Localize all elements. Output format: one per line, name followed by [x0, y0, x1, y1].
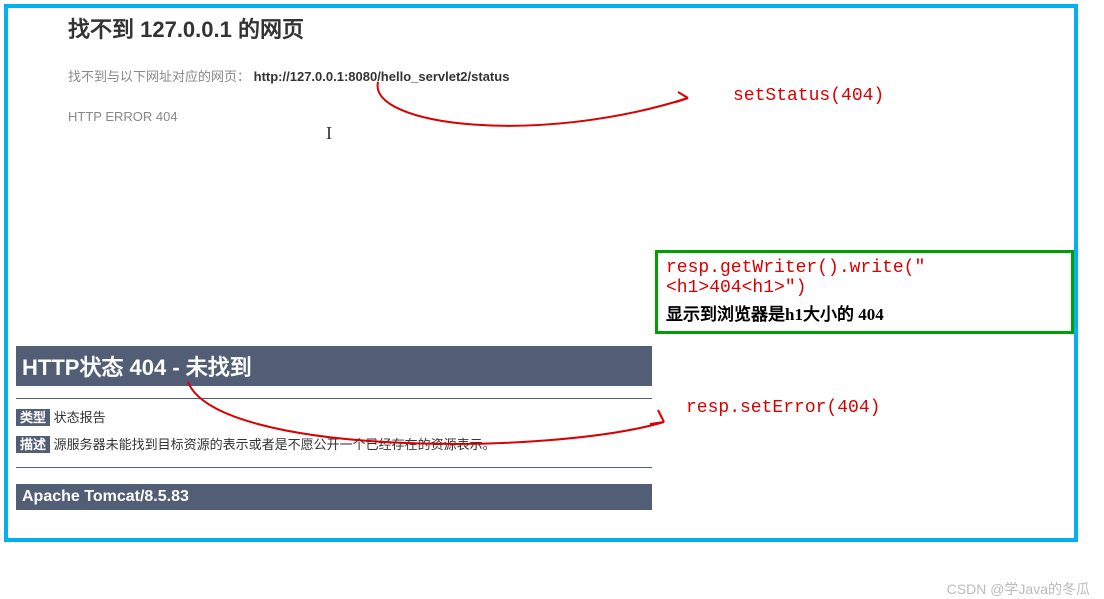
tomcat-footer: Apache Tomcat/8.5.83: [16, 484, 652, 510]
requested-url: http://127.0.0.1:8080/hello_servlet2/sta…: [254, 69, 510, 84]
tomcat-type-label: 类型: [16, 409, 50, 426]
writer-code: resp.getWriter().write("<h1>404<h1>"): [666, 258, 1063, 298]
watermark: CSDN @学Java的冬瓜: [947, 579, 1090, 599]
tomcat-desc-label: 描述: [16, 436, 50, 453]
tomcat-desc-row: 描述 源服务器未能找到目标资源的表示或者是不愿公开一个已经存在的资源表示。: [16, 434, 652, 453]
not-found-prefix: 找不到与以下网址对应的网页：: [68, 69, 250, 84]
annotation-setstatus: setStatus(404): [733, 86, 884, 106]
not-found-line: 找不到与以下网址对应的网页： http://127.0.0.1:8080/hel…: [68, 66, 1074, 85]
tomcat-type-value: 状态报告: [54, 410, 106, 425]
divider: [16, 398, 652, 399]
chrome-error-section: 找不到 127.0.0.1 的网页 找不到与以下网址对应的网页： http://…: [8, 8, 1074, 124]
writer-desc: 显示到浏览器是h1大小的 404: [666, 300, 1063, 325]
tomcat-desc-value: 源服务器未能找到目标资源的表示或者是不愿公开一个已经存在的资源表示。: [54, 437, 496, 452]
divider: [16, 467, 652, 468]
tomcat-header: HTTP状态 404 - 未找到: [16, 346, 652, 386]
green-annotation-box: resp.getWriter().write("<h1>404<h1>") 显示…: [655, 250, 1074, 334]
tomcat-error-section: HTTP状态 404 - 未找到 类型 状态报告 描述 源服务器未能找到目标资源…: [16, 346, 652, 510]
text-cursor-icon: I: [326, 123, 332, 144]
annotation-seterror: resp.setError(404): [686, 398, 880, 418]
main-frame: 找不到 127.0.0.1 的网页 找不到与以下网址对应的网页： http://…: [4, 4, 1078, 542]
http-error-text: HTTP ERROR 404: [68, 109, 1074, 124]
tomcat-type-row: 类型 状态报告: [16, 407, 652, 426]
page-title: 找不到 127.0.0.1 的网页: [68, 8, 1074, 44]
